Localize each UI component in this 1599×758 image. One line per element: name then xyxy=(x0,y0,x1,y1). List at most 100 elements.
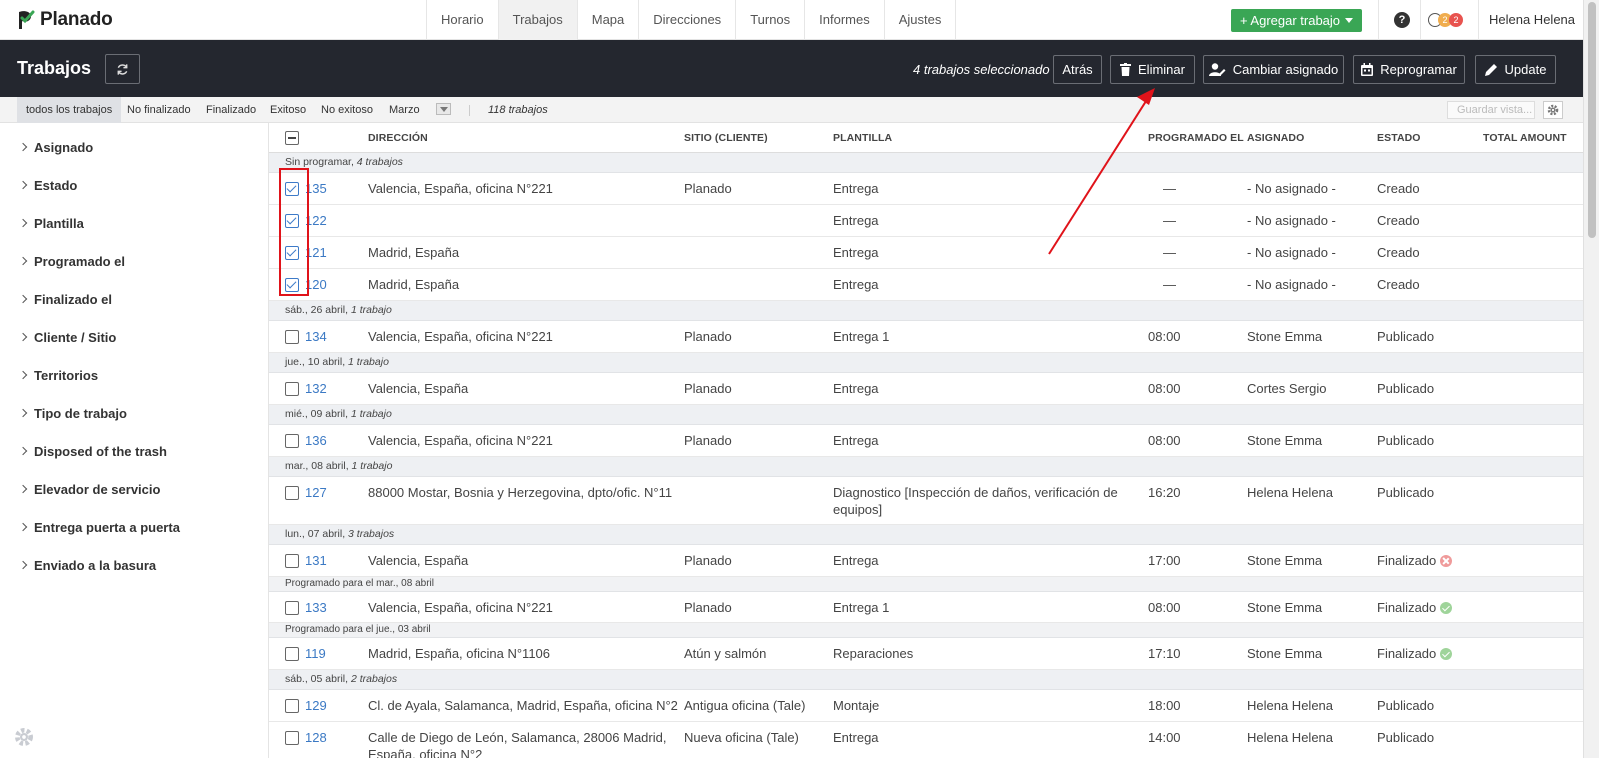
user-menu[interactable]: Helena Helena xyxy=(1489,0,1575,40)
cell-assignee: Stone Emma xyxy=(1247,600,1323,615)
table-row[interactable]: 131 Valencia, España Planado Entrega 17:… xyxy=(269,545,1583,577)
table-row[interactable]: 136 Valencia, España, oficina N°221 Plan… xyxy=(269,425,1583,457)
nav-horario[interactable]: Horario xyxy=(426,0,498,40)
column-header-address[interactable]: DIRECCIÓN xyxy=(368,132,428,144)
column-header-total[interactable]: TOTAL AMOUNT xyxy=(1483,132,1567,144)
refresh-button[interactable] xyxy=(105,54,140,84)
group-count: 1 trabajo xyxy=(350,304,392,316)
cell-status: Publicado xyxy=(1377,698,1435,713)
table-row[interactable]: 133 Valencia, España, oficina N°221 Plan… xyxy=(269,592,1583,623)
table-row[interactable]: 121 Madrid, España Entrega — - No asigna… xyxy=(269,237,1583,269)
job-id-link[interactable]: 127 xyxy=(305,484,327,501)
column-header-site[interactable]: SITIO (CLIENTE) xyxy=(684,132,768,144)
column-header-template[interactable]: PLANTILLA xyxy=(833,132,892,144)
page-header: Trabajos 4 trabajos seleccionado Atrás E… xyxy=(0,40,1583,97)
column-header-scheduled[interactable]: PROGRAMADO EL xyxy=(1148,132,1244,144)
sidebar-filter-asignado[interactable]: Asignado xyxy=(18,137,93,157)
filter-tab-unsuccessful[interactable]: No exitoso xyxy=(321,97,373,123)
table-row[interactable]: 119 Madrid, España, oficina N°1106 Atún … xyxy=(269,638,1583,670)
notifications-indicator[interactable]: 2 2 xyxy=(1428,12,1474,28)
row-checkbox[interactable] xyxy=(285,699,299,713)
table-row[interactable]: 120 Madrid, España Entrega — - No asigna… xyxy=(269,269,1583,301)
cell-assignee: Helena Helena xyxy=(1247,698,1334,713)
row-checkbox[interactable] xyxy=(285,601,299,615)
filter-dropdown-toggle[interactable] xyxy=(436,103,451,115)
job-id-link[interactable]: 129 xyxy=(305,697,327,714)
job-id-link[interactable]: 131 xyxy=(305,552,327,569)
cell-address: Valencia, España, oficina N°221 xyxy=(368,329,553,344)
column-header-assignee[interactable]: ASIGNADO xyxy=(1247,132,1304,144)
table-row[interactable]: 132 Valencia, España Planado Entrega 08:… xyxy=(269,373,1583,405)
sidebar-filter-cliente[interactable]: Cliente / Sitio xyxy=(18,327,116,347)
reschedule-label: Reprogramar xyxy=(1380,62,1457,77)
nav-direcciones[interactable]: Direcciones xyxy=(638,0,735,40)
back-button[interactable]: Atrás xyxy=(1053,55,1102,84)
cell-site: Nueva oficina (Tale) xyxy=(684,730,799,745)
row-checkbox[interactable] xyxy=(285,554,299,568)
sidebar-filter-basura[interactable]: Enviado a la basura xyxy=(18,555,156,575)
group-label: Sin programar, xyxy=(285,156,354,168)
reassign-label: Cambiar asignado xyxy=(1232,62,1339,77)
job-id-link[interactable]: 119 xyxy=(305,645,326,662)
job-id-link[interactable]: 133 xyxy=(305,599,327,616)
table-row[interactable]: 134 Valencia, España, oficina N°221 Plan… xyxy=(269,321,1583,353)
filter-tab-all[interactable]: todos los trabajos xyxy=(17,97,122,123)
sidebar-filter-entrega[interactable]: Entrega puerta a puerta xyxy=(18,517,180,537)
nav-turnos[interactable]: Turnos xyxy=(735,0,804,40)
reschedule-button[interactable]: Reprogramar xyxy=(1353,55,1465,84)
sidebar-filter-finalizado[interactable]: Finalizado el xyxy=(18,289,112,309)
job-id-link[interactable]: 128 xyxy=(305,729,327,746)
update-button[interactable]: Update xyxy=(1475,55,1556,84)
cell-address: 88000 Mostar, Bosnia y Herzegovina, dpto… xyxy=(368,485,673,500)
job-id-link[interactable]: 134 xyxy=(305,328,327,345)
cell-scheduled: — xyxy=(1163,277,1176,292)
group-header: sáb., 26 abril, 1 trabajo xyxy=(269,301,1583,321)
delete-button[interactable]: Eliminar xyxy=(1110,55,1195,84)
cell-address: Madrid, España xyxy=(368,277,460,292)
delete-label: Eliminar xyxy=(1138,62,1185,77)
nav-informes[interactable]: Informes xyxy=(804,0,884,40)
app-logo[interactable]: Planado xyxy=(16,8,113,32)
job-id-link[interactable]: 132 xyxy=(305,380,327,397)
filter-tab-month[interactable]: Marzo xyxy=(389,97,420,123)
filter-tab-successful[interactable]: Exitoso xyxy=(270,97,306,123)
scrollbar-thumb[interactable] xyxy=(1588,2,1596,238)
save-view-input[interactable]: Guardar vista... xyxy=(1447,101,1535,119)
table-row[interactable]: 129 Cl. de Ayala, Salamanca, Madrid, Esp… xyxy=(269,690,1583,722)
page-scrollbar[interactable] xyxy=(1583,0,1599,758)
help-icon[interactable]: ? xyxy=(1394,12,1410,28)
view-settings-button[interactable] xyxy=(1543,101,1563,119)
nav-trabajos[interactable]: Trabajos xyxy=(497,0,577,40)
gear-icon[interactable] xyxy=(14,727,34,747)
job-id-link[interactable]: 136 xyxy=(305,432,327,449)
row-checkbox[interactable] xyxy=(285,647,299,661)
table-row[interactable]: 127 88000 Mostar, Bosnia y Herzegovina, … xyxy=(269,477,1583,525)
reassign-button[interactable]: Cambiar asignado xyxy=(1203,55,1344,84)
cell-site: Planado xyxy=(684,181,732,196)
sidebar-filter-territorios[interactable]: Territorios xyxy=(18,365,98,385)
sidebar-filter-tipo[interactable]: Tipo de trabajo xyxy=(18,403,127,423)
sidebar-filter-plantilla[interactable]: Plantilla xyxy=(18,213,84,233)
column-header-status[interactable]: ESTADO xyxy=(1377,132,1421,144)
nav-mapa[interactable]: Mapa xyxy=(576,0,639,40)
filter-tab-finished[interactable]: Finalizado xyxy=(206,97,256,123)
row-checkbox[interactable] xyxy=(285,731,299,745)
row-checkbox[interactable] xyxy=(285,330,299,344)
sidebar-filter-estado[interactable]: Estado xyxy=(18,175,77,195)
row-checkbox[interactable] xyxy=(285,486,299,500)
sidebar-filter-disposed[interactable]: Disposed of the trash xyxy=(18,441,167,461)
table-row[interactable]: 122 Entrega — - No asignado - Creado xyxy=(269,205,1583,237)
group-label: jue., 10 abril, xyxy=(285,356,346,368)
sidebar-filter-label: Programado el xyxy=(34,253,126,269)
add-job-button[interactable]: + Agregar trabajo xyxy=(1231,9,1362,32)
row-checkbox[interactable] xyxy=(285,382,299,396)
sidebar-filter-programado[interactable]: Programado el xyxy=(18,251,126,271)
filter-tab-not-finished[interactable]: No finalizado xyxy=(127,97,191,123)
cell-scheduled: 08:00 xyxy=(1148,329,1181,344)
table-row[interactable]: 128 Calle de Diego de León, Salamanca, 2… xyxy=(269,722,1583,758)
row-checkbox[interactable] xyxy=(285,434,299,448)
nav-ajustes[interactable]: Ajustes xyxy=(883,0,957,40)
table-row[interactable]: 135 Valencia, España, oficina N°221 Plan… xyxy=(269,173,1583,205)
sidebar-filter-elevador[interactable]: Elevador de servicio xyxy=(18,479,160,499)
select-all-checkbox[interactable] xyxy=(285,131,299,145)
